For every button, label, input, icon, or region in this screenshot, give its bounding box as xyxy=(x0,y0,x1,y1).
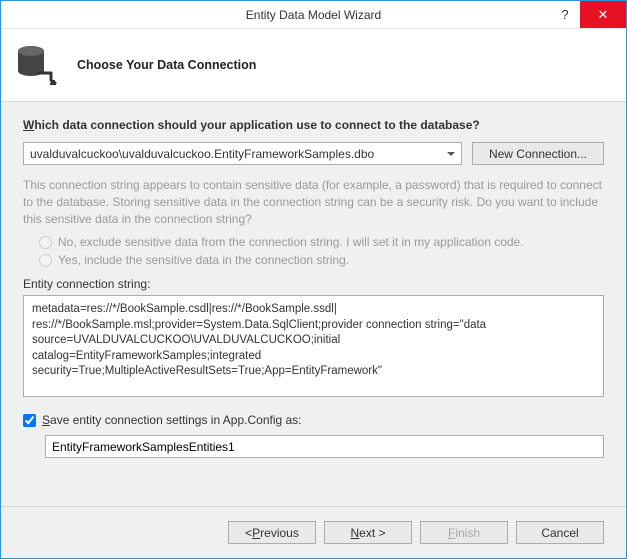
wizard-footer: < Previous Next > Finish Cancel xyxy=(1,506,626,558)
database-icon xyxy=(15,43,59,87)
config-name-input[interactable] xyxy=(45,435,604,458)
connection-dropdown[interactable]: uvalduvalcuckoo\uvalduvalcuckoo.EntityFr… xyxy=(23,142,462,165)
save-settings-label: Save entity connection settings in App.C… xyxy=(42,413,302,427)
sensitive-data-warning: This connection string appears to contai… xyxy=(23,177,604,227)
ecs-label: Entity connection string: xyxy=(23,277,604,291)
radio-exclude-input xyxy=(39,236,52,249)
save-settings-checkbox-row[interactable]: Save entity connection settings in App.C… xyxy=(23,413,604,427)
window-title: Entity Data Model Wizard xyxy=(1,8,626,22)
radio-include-label: Yes, include the sensitive data in the c… xyxy=(58,253,349,267)
radio-include-input xyxy=(39,254,52,267)
previous-button[interactable]: < Previous xyxy=(228,521,316,544)
sensitive-data-radios: No, exclude sensitive data from the conn… xyxy=(23,235,604,267)
entity-connection-string[interactable]: metadata=res://*/BookSample.csdl|res://*… xyxy=(23,295,604,397)
radio-include-sensitive: Yes, include the sensitive data in the c… xyxy=(39,253,604,267)
radio-exclude-label: No, exclude sensitive data from the conn… xyxy=(58,235,524,249)
connection-dropdown-value: uvalduvalcuckoo\uvalduvalcuckoo.EntityFr… xyxy=(30,147,374,161)
next-button[interactable]: Next > xyxy=(324,521,412,544)
new-connection-button[interactable]: New Connection... xyxy=(472,142,604,165)
radio-exclude-sensitive: No, exclude sensitive data from the conn… xyxy=(39,235,604,249)
titlebar: Entity Data Model Wizard ? ✕ xyxy=(1,1,626,29)
connection-row: uvalduvalcuckoo\uvalduvalcuckoo.EntityFr… xyxy=(23,142,604,165)
header-title: Choose Your Data Connection xyxy=(77,58,256,72)
connection-question: Which data connection should your applic… xyxy=(23,118,604,132)
wizard-header: Choose Your Data Connection xyxy=(1,29,626,102)
wizard-content: Which data connection should your applic… xyxy=(1,102,626,506)
save-settings-checkbox[interactable] xyxy=(23,414,36,427)
cancel-button[interactable]: Cancel xyxy=(516,521,604,544)
finish-button: Finish xyxy=(420,521,508,544)
wizard-window: Entity Data Model Wizard ? ✕ Choose Your… xyxy=(0,0,627,559)
